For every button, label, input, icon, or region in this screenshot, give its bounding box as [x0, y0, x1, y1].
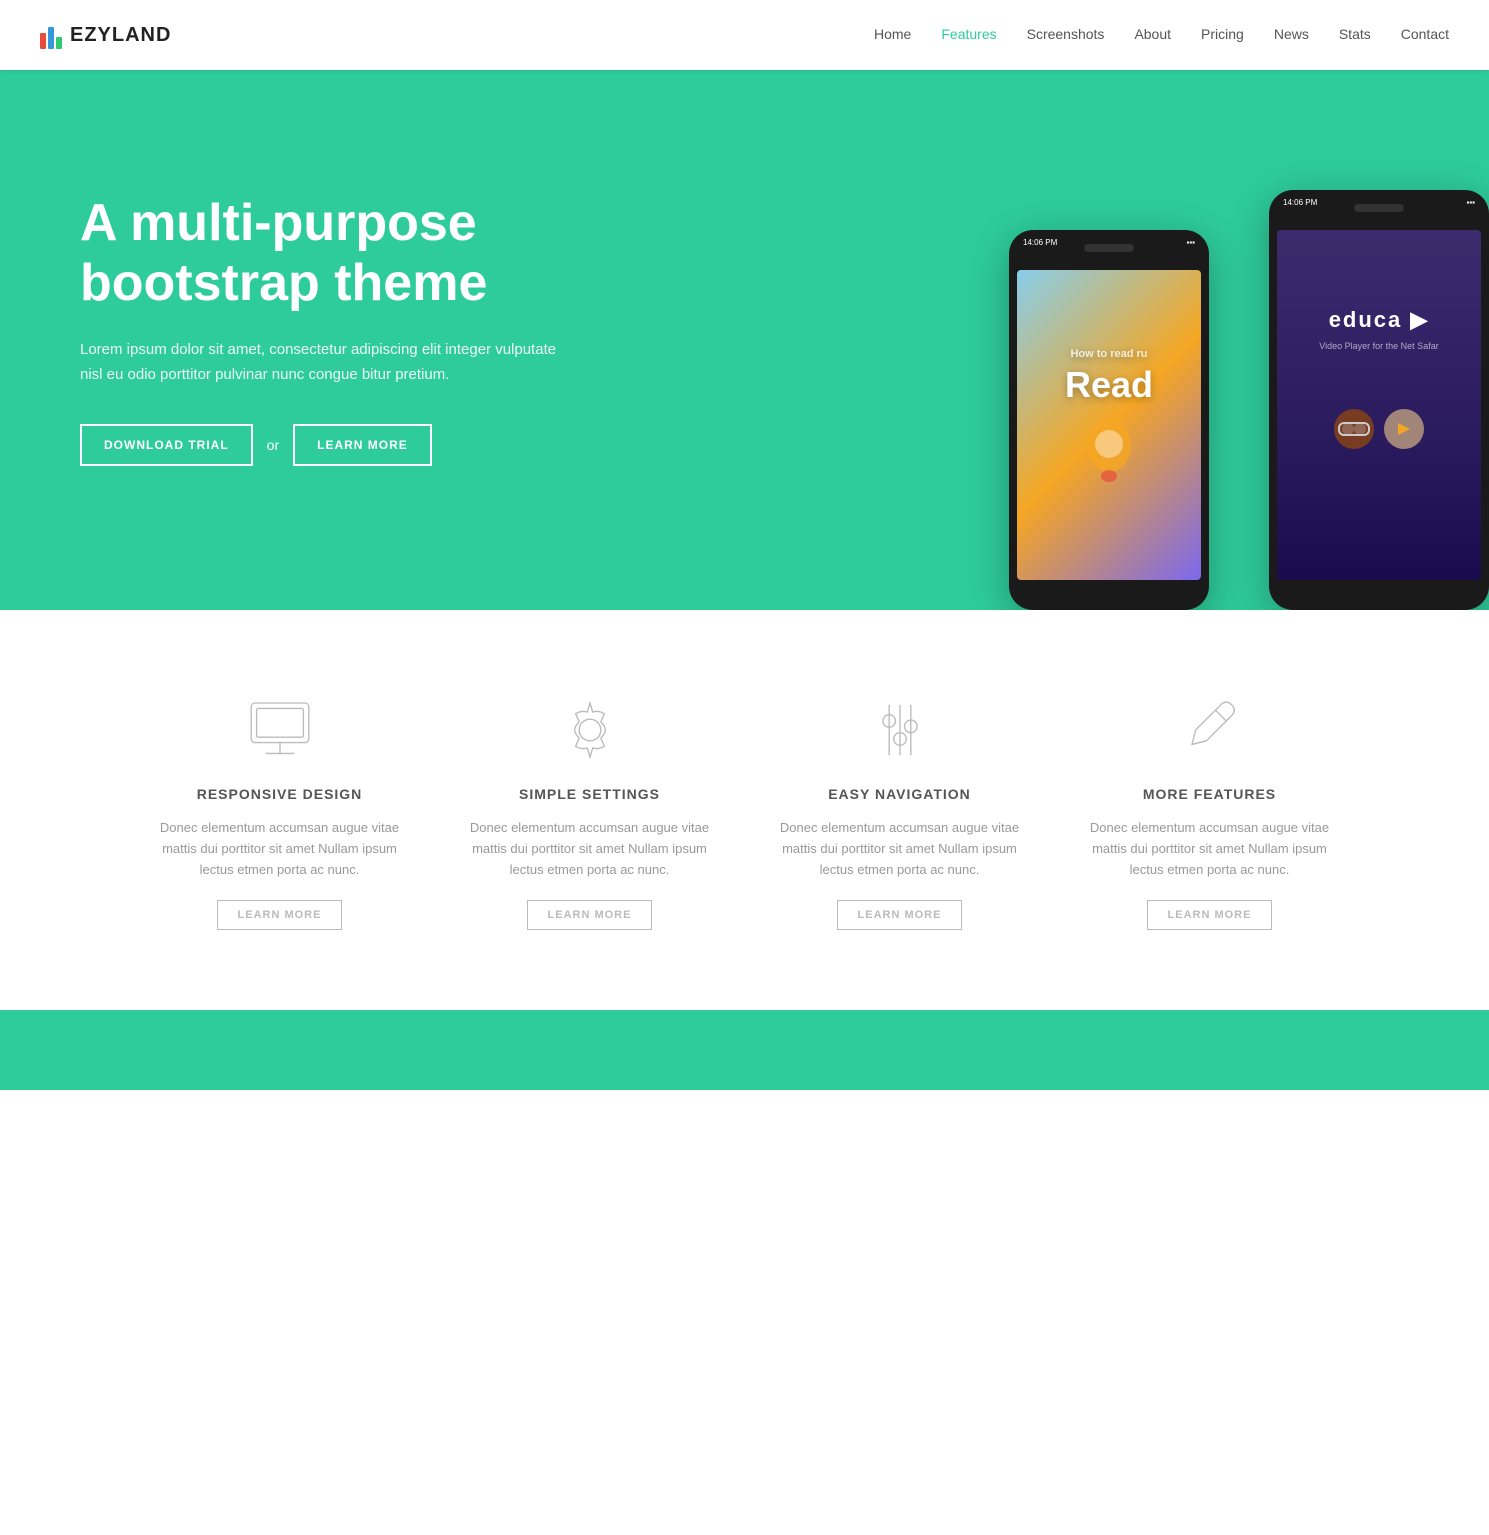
feature-icon-settings — [550, 690, 630, 770]
brand-bar-3 — [56, 37, 62, 49]
phone-wrapper: 14:06 PM ▪▪▪ How to read ru Read — [1009, 130, 1489, 610]
hero-section: A multi-purpose bootstrap theme Lorem ip… — [0, 70, 1489, 610]
hero-or-text: or — [267, 437, 279, 453]
read-subtitle: How to read ru — [1070, 348, 1147, 360]
navbar: EZYLAND Home Features Screenshots About … — [0, 0, 1489, 70]
nav-link-home[interactable]: Home — [874, 26, 911, 42]
nav-item-home[interactable]: Home — [874, 26, 911, 44]
phone-time-left: 14:06 PM — [1023, 238, 1057, 247]
educa-app-content: educa ▶ Video Player for the Net Safar — [1277, 230, 1481, 580]
hero-buttons: DOWNLOAD TRIAL or LEARN MORE — [80, 424, 560, 466]
hero-description: Lorem ipsum dolor sit amet, consectetur … — [80, 338, 560, 388]
nav-link-features[interactable]: Features — [941, 26, 996, 42]
feature-title-navigation: EASY NAVIGATION — [828, 786, 971, 802]
monitor-icon — [244, 694, 316, 766]
nav-link-about[interactable]: About — [1134, 26, 1171, 42]
read-illustration-svg — [1069, 416, 1149, 496]
phone-right: 14:06 PM ▪▪▪ educa ▶ Video Player for th… — [1269, 190, 1489, 610]
features-section: RESPONSIVE DESIGN Donec elementum accums… — [0, 610, 1489, 1010]
nav-item-pricing[interactable]: Pricing — [1201, 26, 1244, 44]
feature-card-settings: SIMPLE SETTINGS Donec elementum accumsan… — [455, 690, 725, 930]
nav-item-news[interactable]: News — [1274, 26, 1309, 44]
learn-more-button[interactable]: LEARN MORE — [293, 424, 432, 466]
brand-name: EZYLAND — [70, 24, 171, 47]
edit-icon — [1174, 694, 1246, 766]
feature-title-responsive: RESPONSIVE DESIGN — [197, 786, 363, 802]
sliders-icon — [864, 694, 936, 766]
feature-card-more: MORE FEATURES Donec elementum accumsan a… — [1075, 690, 1345, 930]
nav-link-pricing[interactable]: Pricing — [1201, 26, 1244, 42]
nav-link-contact[interactable]: Contact — [1401, 26, 1449, 42]
footer-band — [0, 1010, 1489, 1090]
brand-icon — [40, 21, 62, 49]
brand-bar-1 — [40, 33, 46, 49]
feature-icon-edit — [1170, 690, 1250, 770]
hero-content: A multi-purpose bootstrap theme Lorem ip… — [80, 194, 560, 545]
feature-card-navigation: EASY NAVIGATION Donec elementum accumsan… — [765, 690, 1035, 930]
nav-item-features[interactable]: Features — [941, 26, 996, 44]
phone-signal-left: ▪▪▪ — [1186, 238, 1195, 247]
phone-statusbar-left: 14:06 PM ▪▪▪ — [1009, 238, 1209, 247]
nav-item-contact[interactable]: Contact — [1401, 26, 1449, 44]
nav-link-stats[interactable]: Stats — [1339, 26, 1371, 42]
feature-title-more: MORE FEATURES — [1143, 786, 1276, 802]
brand-bar-2 — [48, 27, 54, 49]
educa-tagline: Video Player for the Net Safar — [1309, 341, 1448, 351]
phone-screen-right: educa ▶ Video Player for the Net Safar — [1277, 230, 1481, 580]
feature-icon-sliders — [860, 690, 940, 770]
nav-item-screenshots[interactable]: Screenshots — [1027, 26, 1105, 44]
phone-signal-right: ▪▪▪ — [1466, 198, 1475, 207]
read-app-content: How to read ru Read — [1017, 270, 1201, 580]
nav-item-stats[interactable]: Stats — [1339, 26, 1371, 44]
feature-desc-responsive: Donec elementum accumsan augue vitae mat… — [145, 818, 415, 880]
feature-link-navigation[interactable]: LEARN MORE — [837, 900, 963, 930]
nav-item-about[interactable]: About — [1134, 26, 1171, 44]
educa-logo: educa ▶ — [1329, 307, 1430, 333]
feature-link-responsive[interactable]: LEARN MORE — [217, 900, 343, 930]
feature-link-settings[interactable]: LEARN MORE — [527, 900, 653, 930]
educa-illustration-svg — [1319, 379, 1439, 499]
feature-desc-settings: Donec elementum accumsan augue vitae mat… — [455, 818, 725, 880]
phone-screen-left: How to read ru Read — [1017, 270, 1201, 580]
feature-desc-more: Donec elementum accumsan augue vitae mat… — [1075, 818, 1345, 880]
feature-card-responsive: RESPONSIVE DESIGN Donec elementum accums… — [145, 690, 415, 930]
read-label: Read — [1065, 364, 1153, 406]
phone-statusbar-right: 14:06 PM ▪▪▪ — [1269, 198, 1489, 207]
nav-link-news[interactable]: News — [1274, 26, 1309, 42]
feature-link-more[interactable]: LEARN MORE — [1147, 900, 1273, 930]
phone-left: 14:06 PM ▪▪▪ How to read ru Read — [1009, 230, 1209, 610]
feature-icon-monitor — [240, 690, 320, 770]
features-grid: RESPONSIVE DESIGN Donec elementum accums… — [145, 690, 1345, 930]
hero-images: 14:06 PM ▪▪▪ How to read ru Read — [670, 70, 1489, 610]
read-illustration — [1069, 416, 1149, 503]
hero-title: A multi-purpose bootstrap theme — [80, 194, 560, 314]
feature-desc-navigation: Donec elementum accumsan augue vitae mat… — [765, 818, 1035, 880]
phone-time-right: 14:06 PM — [1283, 198, 1317, 207]
feature-title-settings: SIMPLE SETTINGS — [519, 786, 660, 802]
educa-characters — [1319, 379, 1439, 504]
settings-icon — [554, 694, 626, 766]
nav-link-screenshots[interactable]: Screenshots — [1027, 26, 1105, 42]
nav-links: Home Features Screenshots About Pricing … — [874, 26, 1449, 44]
brand-logo[interactable]: EZYLAND — [40, 21, 171, 49]
download-trial-button[interactable]: DOWNLOAD TRIAL — [80, 424, 253, 466]
